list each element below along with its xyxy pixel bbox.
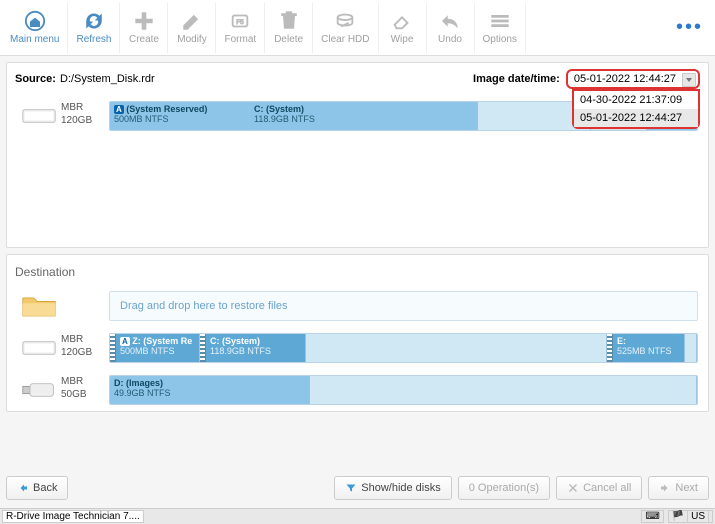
wipe-button[interactable]: Wipe (379, 3, 427, 53)
disk-info: MBR 120GB (61, 333, 109, 359)
partition-segment[interactable]: A Z: (System Re 500MB NTFS (116, 334, 200, 362)
modify-button[interactable]: Modify (168, 3, 216, 53)
home-icon (24, 10, 46, 32)
clear-hdd-button[interactable]: Clear HDD (313, 3, 378, 53)
datetime-option[interactable]: 04-30-2022 21:37:09 (574, 91, 698, 109)
format-icon: F5 (229, 10, 251, 32)
partition-segment[interactable]: C: (System) 118.9GB NTFS (250, 102, 478, 130)
source-panel: Source: D:/System_Disk.rdr Image date/ti… (6, 62, 709, 248)
pencil-icon (181, 10, 203, 32)
image-date-label: Image date/time: (473, 73, 560, 85)
disk-size: 50GB (61, 388, 109, 401)
disk-scheme: MBR (61, 101, 109, 114)
hdd-icon (17, 333, 61, 363)
options-button[interactable]: Options (475, 3, 526, 53)
keyboard-icon[interactable]: ⌨ (641, 510, 663, 523)
operations-button[interactable]: 0 Operation(s) (458, 476, 550, 500)
dest-disk-row: MBR 120GB A Z: (System Re 500MB NTFS C: … (7, 327, 708, 369)
source-label: Source: (15, 73, 56, 85)
svg-text:F5: F5 (237, 19, 245, 26)
destination-panel: Destination Drag and drop here to restor… (6, 254, 709, 412)
options-icon (489, 10, 511, 32)
datetime-option[interactable]: 05-01-2022 12:44:27 (574, 109, 698, 127)
hdd-icon (17, 101, 61, 131)
next-button[interactable]: Next (648, 476, 709, 500)
format-button[interactable]: F5 Format (216, 3, 265, 53)
show-hide-disks-button[interactable]: Show/hide disks (334, 476, 452, 500)
destination-label: Destination (7, 255, 708, 285)
disk-scheme: MBR (61, 333, 109, 346)
eraser-icon (391, 10, 413, 32)
bottom-bar: Back Show/hide disks 0 Operation(s) Canc… (6, 470, 709, 506)
undo-label: Undo (438, 34, 462, 45)
partition-free (306, 334, 607, 362)
dropzone-row: Drag and drop here to restore files (7, 285, 708, 327)
partition-free (685, 334, 697, 362)
disk-info: MBR 120GB (61, 101, 109, 127)
partition-free (310, 376, 697, 404)
drop-zone[interactable]: Drag and drop here to restore files (109, 291, 698, 321)
disk-size: 120GB (61, 114, 109, 127)
usb-icon (17, 375, 61, 405)
undo-icon (439, 10, 461, 32)
partition-segment[interactable]: A (System Reserved) 500MB NTFS (110, 102, 250, 130)
cancel-all-button[interactable]: Cancel all (556, 476, 642, 500)
wipe-label: Wipe (391, 34, 414, 45)
arrow-right-icon (659, 482, 671, 494)
create-label: Create (129, 34, 159, 45)
back-button[interactable]: Back (6, 476, 68, 500)
filter-icon (345, 482, 357, 494)
lang-indicator[interactable]: 🏴 US (668, 510, 713, 523)
partition-map[interactable]: A Z: (System Re 500MB NTFS C: (System) 1… (109, 333, 698, 363)
trash-icon (278, 10, 300, 32)
disk-size: 120GB (61, 346, 109, 359)
create-button[interactable]: Create (120, 3, 168, 53)
next-label: Next (675, 482, 698, 494)
main-menu-button[interactable]: Main menu (2, 3, 68, 53)
partition-segment[interactable]: C: (System) 118.9GB NTFS (206, 334, 306, 362)
delete-button[interactable]: Delete (265, 3, 313, 53)
plus-icon (133, 10, 155, 32)
operations-label: 0 Operation(s) (469, 482, 539, 494)
refresh-icon (83, 10, 105, 32)
datetime-dropdown: 04-30-2022 21:37:09 05-01-2022 12:44:27 (572, 89, 700, 129)
options-label: Options (483, 34, 517, 45)
dest-disk-row: MBR 50GB D: (Images) 49.9GB NTFS (7, 369, 708, 411)
toolbar: Main menu Refresh Create Modify F5 Forma… (0, 0, 715, 56)
refresh-label: Refresh (76, 34, 111, 45)
partition-segment[interactable]: E: 525MB NTFS (613, 334, 685, 362)
clear-hdd-label: Clear HDD (321, 34, 369, 45)
delete-label: Delete (274, 34, 303, 45)
clear-hdd-icon (334, 10, 356, 32)
app-title: R-Drive Image Technician 7.... (2, 510, 144, 523)
refresh-button[interactable]: Refresh (68, 3, 120, 53)
more-menu[interactable]: ••• (676, 16, 713, 39)
datetime-selected: 05-01-2022 12:44:27 (574, 73, 676, 85)
source-path: D:/System_Disk.rdr (60, 73, 155, 85)
disk-scheme: MBR (61, 375, 109, 388)
disk-info: MBR 50GB (61, 375, 109, 401)
chevron-down-icon[interactable] (682, 73, 696, 87)
datetime-select[interactable]: 05-01-2022 12:44:27 04-30-2022 21:37:09 … (566, 69, 700, 89)
arrow-left-icon (17, 482, 29, 494)
main-menu-label: Main menu (10, 34, 59, 45)
status-bar: R-Drive Image Technician 7.... ⌨ 🏴 US (0, 508, 715, 524)
undo-button[interactable]: Undo (427, 3, 475, 53)
partition-segment[interactable]: D: (Images) 49.9GB NTFS (110, 376, 310, 404)
show-hide-label: Show/hide disks (361, 482, 441, 494)
folder-icon (17, 291, 61, 321)
source-header: Source: D:/System_Disk.rdr Image date/ti… (7, 63, 708, 95)
partition-map[interactable]: D: (Images) 49.9GB NTFS (109, 375, 698, 405)
format-label: Format (224, 34, 256, 45)
cancel-label: Cancel all (583, 482, 631, 494)
back-label: Back (33, 482, 57, 494)
close-icon (567, 482, 579, 494)
modify-label: Modify (177, 34, 206, 45)
